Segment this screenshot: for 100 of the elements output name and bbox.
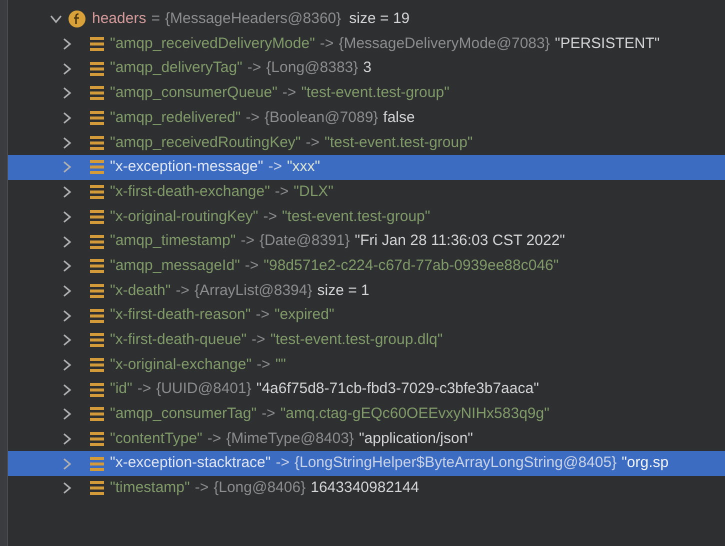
entry-value: 1643340982144 <box>310 478 420 498</box>
entry-key: "amqp_deliveryTag" <box>110 57 242 80</box>
entry-value: "test-event.test-group.dlq" <box>270 330 443 350</box>
list-icon <box>90 308 104 323</box>
object-reference: {LongStringHelper$ByteArrayLongString@8405} <box>294 453 617 474</box>
map-entry-row[interactable]: "x-death" -> {ArrayList@8394} size = 1 <box>8 278 725 304</box>
list-icon <box>90 259 104 274</box>
entry-value: "PERSISTENT" <box>554 34 660 54</box>
map-entry-row[interactable]: "x-first-death-reason" -> "expired" <box>8 303 725 328</box>
list-icon <box>90 136 104 150</box>
entry-value: "xxx" <box>286 157 320 178</box>
size-label: size = 19 <box>349 9 410 30</box>
arrow-text: -> <box>276 453 290 474</box>
list-icon <box>90 86 104 100</box>
map-entry-row[interactable]: "x-original-routingKey" -> "test-event.test-group" <box>8 204 725 230</box>
map-entry-row[interactable]: "x-first-death-queue" -> "test-event.test-group.dlq" <box>8 328 725 353</box>
map-entry-row[interactable]: "amqp_redelivered" -> {Boolean@7089} false <box>8 106 725 130</box>
arrow-text: -> <box>268 157 282 178</box>
list-icon <box>90 382 104 397</box>
object-reference: {MimeType@8403} <box>226 428 354 449</box>
entry-key: "amqp_receivedRoutingKey" <box>110 132 301 154</box>
arrow-text: -> <box>244 256 259 276</box>
map-entry-row[interactable]: "timestamp" -> {Long@8406} 1643340982144 <box>8 476 725 501</box>
list-icon <box>90 358 104 372</box>
entry-value: "amq.ctag-gEQc60OEEvxyNIHx583q9g" <box>280 404 550 424</box>
object-reference: {UUID@8401} <box>156 379 252 400</box>
entry-key: "x-exception-message" <box>110 156 264 179</box>
arrow-text: -> <box>240 231 254 252</box>
arrow-text: -> <box>246 108 260 128</box>
entry-value: size = 1 <box>317 280 370 301</box>
variable-name: headers <box>92 9 146 30</box>
map-entry-row[interactable]: "amqp_deliveryTag" -> {Long@8383} 3 <box>8 56 725 82</box>
map-entry-row[interactable]: "amqp_consumerTag" -> "amq.ctag-gEQc60OEEvxyNIHx583q9g" <box>8 402 725 427</box>
entry-value: "" <box>275 354 286 375</box>
arrow-text: -> <box>256 305 270 326</box>
map-entry-row[interactable]: "x-exception-stacktrace" -> {LongStringHelper$ByteArrayLongString@8405} "org.sp <box>8 451 725 476</box>
list-icon <box>90 456 104 471</box>
list-icon <box>90 481 104 496</box>
map-entry-row[interactable]: "x-exception-message" -> "xxx" <box>8 155 725 180</box>
entry-key: "timestamp" <box>110 477 190 500</box>
object-reference: {MessageDeliveryMode@7083} <box>338 34 550 54</box>
entry-key: "x-exception-stacktrace" <box>110 452 271 475</box>
entry-value: "DLX" <box>294 182 334 202</box>
entry-value: "test-event.test-group" <box>324 132 473 153</box>
equals-sign: = <box>151 9 160 30</box>
arrow-text: -> <box>207 428 222 449</box>
list-icon <box>90 160 104 174</box>
entry-value: 3 <box>363 58 372 78</box>
list-icon <box>90 62 104 76</box>
entry-value: "4a6f75d8-71cb-fbd3-7029-c3bfe3b7aaca" <box>256 379 539 400</box>
arrow-text: -> <box>320 34 334 54</box>
arrow-text: -> <box>262 404 276 424</box>
entry-key: "amqp_consumerTag" <box>110 403 257 426</box>
entry-key: "x-first-death-exchange" <box>110 180 270 204</box>
entry-key: "amqp_redelivered" <box>110 106 241 130</box>
entry-key: "x-first-death-queue" <box>110 329 247 352</box>
list-icon <box>90 234 104 249</box>
entry-value: "org.sp <box>622 453 669 474</box>
arrow-text: -> <box>194 478 209 498</box>
object-reference: {Boolean@7089} <box>264 108 378 128</box>
list-icon <box>90 210 104 224</box>
entry-value: "application/json" <box>358 428 474 449</box>
entry-key: "amqp_messageId" <box>110 254 240 278</box>
arrow-text: -> <box>282 83 296 104</box>
arrow-text: -> <box>256 354 270 375</box>
entry-key: "contentType" <box>110 428 202 450</box>
object-reference: {Long@8406} <box>214 478 306 498</box>
arrow-text: -> <box>263 206 277 227</box>
map-entry-row[interactable]: "amqp_receivedDeliveryMode" -> {MessageDeliveryMode@7083} "PERSISTENT" <box>8 32 725 56</box>
entry-key: "amqp_timestamp" <box>110 230 236 253</box>
field-icon <box>68 10 86 28</box>
map-entry-row[interactable]: "contentType" -> {MimeType@8403} "application/json" <box>8 426 725 452</box>
object-reference: {Long@8383} <box>266 58 358 78</box>
object-reference: {Date@8391} <box>259 231 350 252</box>
arrow-text: -> <box>137 379 152 400</box>
object-reference: {ArrayList@8394} <box>194 280 312 301</box>
list-icon <box>90 37 104 52</box>
map-entry-row[interactable]: "x-original-exchange" -> "" <box>8 352 725 378</box>
list-icon <box>90 284 104 298</box>
arrow-text: -> <box>247 58 262 78</box>
map-entry-row[interactable]: "amqp_receivedRoutingKey" -> "test-event.test-group" <box>8 130 725 156</box>
arrow-text: -> <box>176 280 190 301</box>
entry-key: "x-original-exchange" <box>110 354 252 376</box>
map-entry-row[interactable]: "x-first-death-exchange" -> "DLX" <box>8 180 725 204</box>
arrow-text: -> <box>252 330 266 350</box>
map-entry-row[interactable]: "id" -> {UUID@8401} "4a6f75d8-71cb-fbd3-7029-c3bfe3b7aaca" <box>8 377 725 402</box>
entry-key: "id" <box>110 378 132 401</box>
map-entry-row[interactable]: "amqp_timestamp" -> {Date@8391} "Fri Jan 28 11:36:03 CST 2022" <box>8 229 725 254</box>
map-entry-row[interactable]: "amqp_messageId" -> "98d571e2-c224-c67d-77ab-0939ee88c046" <box>8 254 725 279</box>
entry-value: "expired" <box>274 305 334 326</box>
entry-value: "98d571e2-c224-c67d-77ab-0939ee88c046" <box>264 256 559 276</box>
map-entry-row[interactable]: "amqp_consumerQueue" -> "test-event.test-group" <box>8 81 725 106</box>
arrow-text: -> <box>274 182 289 202</box>
object-reference: {MessageHeaders@8360} <box>164 9 342 30</box>
list-icon <box>90 432 104 446</box>
list-icon <box>90 333 104 348</box>
list-icon <box>90 111 104 126</box>
entry-key: "amqp_receivedDeliveryMode" <box>110 32 315 56</box>
entry-key: "x-original-routingKey" <box>110 206 258 228</box>
entry-key: "x-death" <box>110 280 171 302</box>
